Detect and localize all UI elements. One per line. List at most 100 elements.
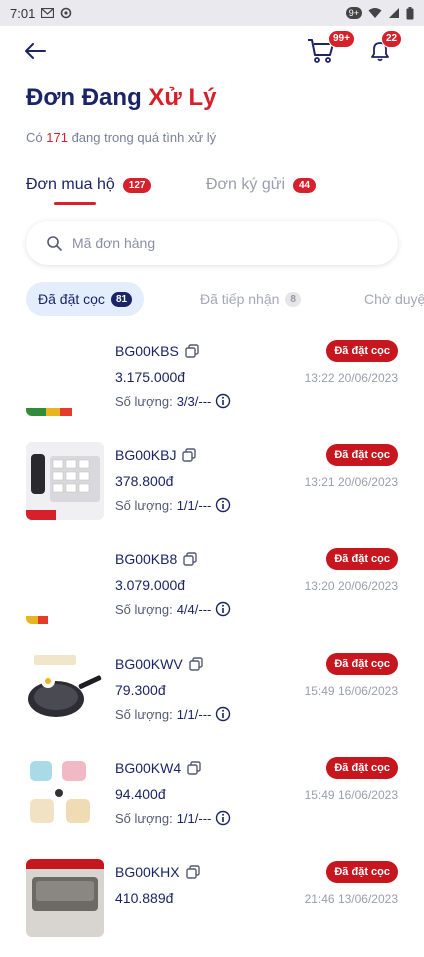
- notification-button[interactable]: 22: [367, 30, 403, 64]
- quantity-label: Số lượng:: [115, 393, 173, 409]
- quantity-value: 1/1/---: [176, 497, 212, 513]
- order-price: 94.400đ: [115, 786, 166, 802]
- order-card[interactable]: BG00KHX 410.889đ Đã đặt cọc 21:46 13/06/…: [0, 853, 424, 957]
- back-button[interactable]: [22, 38, 48, 64]
- signal-icon: [388, 7, 400, 19]
- notification-badge: 22: [381, 30, 403, 48]
- order-timestamp: 13:22 20/06/2023: [304, 371, 398, 385]
- order-timestamp: 13:21 20/06/2023: [304, 475, 398, 489]
- order-code: BG00KBS: [115, 343, 199, 359]
- order-timestamp: 21:46 13/06/2023: [304, 892, 398, 906]
- order-status-badge: Đã đặt cọc: [326, 861, 398, 883]
- page-title: Đơn Đang Xử Lý: [26, 84, 216, 112]
- order-card[interactable]: BG00KBS 3.175.000đ Số lượng: 3/3/--- Đã …: [0, 332, 424, 436]
- tab-label: Đơn ký gửi: [206, 176, 285, 193]
- product-thumbnail: [26, 755, 104, 833]
- arrow-left-icon: [25, 43, 46, 59]
- order-card[interactable]: BG00KB8 3.079.000đ Số lượng: 4/4/--- Đã …: [0, 540, 424, 644]
- product-thumbnail: [26, 338, 104, 416]
- tab-count-badge: 44: [293, 177, 317, 193]
- chip-pending-approval[interactable]: Chờ duyệt: [352, 282, 424, 316]
- order-quantity: Số lượng: 1/1/---: [115, 497, 231, 513]
- status-filter-chips: Đã đặt cọc 81 Đã tiếp nhận 8 Chờ duyệt: [26, 282, 424, 316]
- order-status-badge: Đã đặt cọc: [326, 548, 398, 570]
- info-icon[interactable]: [215, 601, 231, 617]
- order-code-text: BG00KWV: [115, 656, 183, 672]
- search-input[interactable]: [72, 235, 372, 251]
- copy-icon[interactable]: [185, 344, 199, 358]
- quantity-label: Số lượng:: [115, 497, 173, 513]
- order-timestamp: 15:49 16/06/2023: [304, 684, 398, 698]
- tab-consignment-orders[interactable]: Đơn ký gửi 44: [206, 176, 317, 194]
- chip-count-badge: 8: [285, 291, 301, 307]
- order-price: 3.175.000đ: [115, 369, 186, 385]
- order-quantity: Số lượng: 1/1/---: [115, 810, 231, 826]
- order-code-text: BG00KW4: [115, 760, 182, 776]
- copy-icon[interactable]: [185, 865, 200, 879]
- subtitle-suffix: đang trong quá tình xử lý: [71, 130, 217, 145]
- tab-label: Đơn mua hộ: [26, 176, 115, 193]
- order-quantity: Số lượng: 3/3/---: [115, 393, 231, 409]
- order-status-badge: Đã đặt cọc: [326, 340, 398, 362]
- order-card[interactable]: BG00KBJ 378.800đ Số lượng: 1/1/--- Đã đặ…: [0, 436, 424, 540]
- quantity-label: Số lượng:: [115, 810, 173, 826]
- info-icon[interactable]: [215, 706, 231, 722]
- product-thumbnail: [26, 546, 104, 624]
- wifi-icon: [368, 7, 382, 19]
- order-code: BG00KB8: [115, 551, 197, 567]
- order-status-badge: Đã đặt cọc: [326, 757, 398, 779]
- cart-badge: 99+: [328, 30, 355, 48]
- chip-received[interactable]: Đã tiếp nhận 8: [188, 282, 313, 316]
- subtitle-prefix: Có: [26, 130, 43, 145]
- cart-button[interactable]: 99+: [306, 30, 355, 66]
- order-status-badge: Đã đặt cọc: [326, 653, 398, 675]
- order-card[interactable]: BG00KW4 94.400đ Số lượng: 1/1/--- Đã đặt…: [0, 749, 424, 853]
- search-icon: [47, 236, 62, 251]
- order-type-tabs: Đơn mua hộ 127 Đơn ký gửi 44: [26, 176, 406, 206]
- order-price: 79.300đ: [115, 682, 166, 698]
- notification-count-badge: 9+: [345, 7, 362, 19]
- order-quantity: Số lượng: 1/1/---: [115, 706, 231, 722]
- subtitle-count: 171: [46, 130, 68, 145]
- order-status-badge: Đã đặt cọc: [326, 444, 398, 466]
- quantity-label: Số lượng:: [115, 706, 173, 722]
- page-subtitle: Có 171 đang trong quá tình xử lý: [26, 130, 216, 145]
- settings-status-icon: [60, 7, 72, 19]
- order-timestamp: 15:49 16/06/2023: [304, 788, 398, 802]
- info-icon[interactable]: [215, 393, 231, 409]
- chip-count-badge: 81: [110, 291, 133, 307]
- quantity-value: 1/1/---: [176, 810, 212, 826]
- order-code: BG00KWV: [115, 656, 203, 672]
- copy-icon[interactable]: [187, 761, 201, 775]
- copy-icon[interactable]: [189, 657, 203, 671]
- copy-icon[interactable]: [182, 448, 197, 462]
- copy-icon[interactable]: [183, 552, 197, 566]
- product-thumbnail: [26, 442, 104, 520]
- order-code: BG00KBJ: [115, 447, 197, 463]
- order-timestamp: 13:20 20/06/2023: [304, 579, 398, 593]
- page-title-accent: Xử Lý: [148, 84, 217, 111]
- order-code-text: BG00KB8: [115, 551, 178, 567]
- order-code-text: BG00KBJ: [115, 447, 177, 463]
- status-time: 7:01: [10, 5, 36, 21]
- info-icon[interactable]: [215, 497, 231, 513]
- search-bar[interactable]: [26, 221, 398, 265]
- order-code-text: BG00KBS: [115, 343, 179, 359]
- order-code: BG00KHX: [115, 864, 200, 880]
- chip-label: Đã tiếp nhận: [200, 291, 280, 307]
- tab-count-badge: 127: [122, 177, 152, 193]
- battery-icon: [406, 6, 414, 20]
- status-bar: 7:01 9+: [0, 0, 424, 26]
- info-icon[interactable]: [215, 810, 231, 826]
- quantity-value: 3/3/---: [176, 393, 212, 409]
- order-code-text: BG00KHX: [115, 864, 180, 880]
- quantity-label: Số lượng:: [115, 601, 173, 617]
- tab-purchase-orders[interactable]: Đơn mua hộ 127: [26, 176, 152, 194]
- order-card[interactable]: BG00KWV 79.300đ Số lượng: 1/1/--- Đã đặt…: [0, 645, 424, 749]
- active-tab-indicator: [54, 202, 96, 205]
- order-quantity: Số lượng: 4/4/---: [115, 601, 231, 617]
- product-thumbnail: [26, 859, 104, 937]
- order-price: 378.800đ: [115, 473, 174, 489]
- order-code: BG00KW4: [115, 760, 201, 776]
- chip-deposited[interactable]: Đã đặt cọc 81: [26, 282, 145, 316]
